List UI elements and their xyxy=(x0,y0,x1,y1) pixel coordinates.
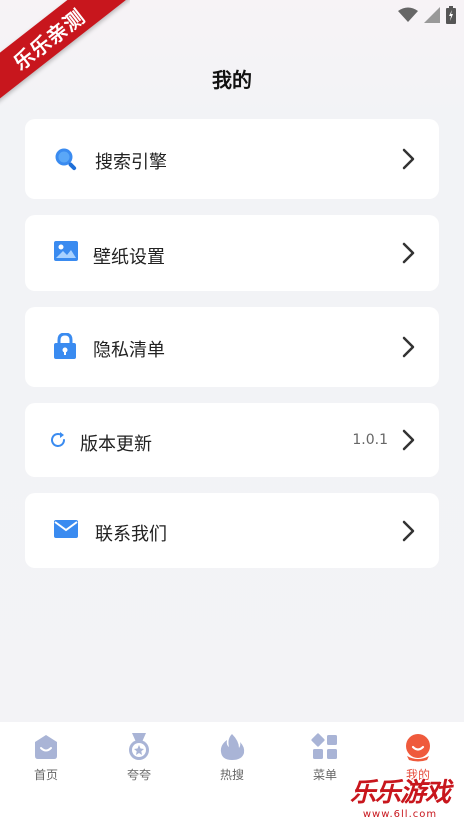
search-icon xyxy=(53,146,79,172)
signal-icon xyxy=(424,7,440,23)
chevron-right-icon xyxy=(402,242,415,264)
menu-item-label: 版本更新 xyxy=(80,434,152,455)
tab-home[interactable]: 首页 xyxy=(6,732,86,783)
menu-item-search-engine[interactable]: 搜索引擎 xyxy=(25,119,439,199)
tab-hot-search[interactable]: 热搜 xyxy=(192,732,272,783)
menu-item-privacy-list[interactable]: 隐私清单 xyxy=(25,307,439,387)
status-icons xyxy=(398,6,456,24)
menu-item-version-update[interactable]: 版本更新 1.0.1 xyxy=(25,403,439,477)
tab-label: 夸夸 xyxy=(126,768,151,782)
chevron-right-icon xyxy=(402,148,415,170)
home-icon xyxy=(35,735,57,759)
grid-icon xyxy=(311,733,337,759)
corner-ribbon: 乐乐亲测 xyxy=(0,0,130,110)
image-icon xyxy=(54,241,78,263)
chevron-right-icon xyxy=(402,429,415,451)
lock-icon xyxy=(54,333,76,359)
chevron-right-icon xyxy=(402,520,415,541)
flame-icon xyxy=(220,734,245,760)
menu-item-label: 隐私清单 xyxy=(93,340,165,361)
mail-icon xyxy=(54,520,78,538)
refresh-icon xyxy=(49,431,67,449)
battery-icon xyxy=(446,6,456,24)
tab-label: 首页 xyxy=(33,768,58,782)
watermark-name: 乐乐游戏 xyxy=(349,778,451,808)
profile-icon xyxy=(406,734,430,762)
menu-item-contact-us[interactable]: 联系我们 xyxy=(25,493,439,568)
wifi-icon xyxy=(398,7,418,22)
chevron-right-icon xyxy=(402,336,415,358)
watermark-url: www.6ll.com xyxy=(362,809,438,820)
tab-praise[interactable]: 夸夸 xyxy=(99,732,179,783)
menu-item-label: 壁纸设置 xyxy=(93,247,165,268)
menu-item-wallpaper[interactable]: 壁纸设置 xyxy=(25,215,439,291)
page-title: 我的 xyxy=(212,68,252,92)
version-number: 1.0.1 xyxy=(352,432,388,448)
tab-label: 热搜 xyxy=(219,768,244,782)
watermark: 乐乐游戏 www.6ll.com xyxy=(340,772,460,820)
menu-item-label: 搜索引擎 xyxy=(95,152,167,173)
medal-icon xyxy=(129,733,149,760)
menu-item-label: 联系我们 xyxy=(95,524,167,545)
